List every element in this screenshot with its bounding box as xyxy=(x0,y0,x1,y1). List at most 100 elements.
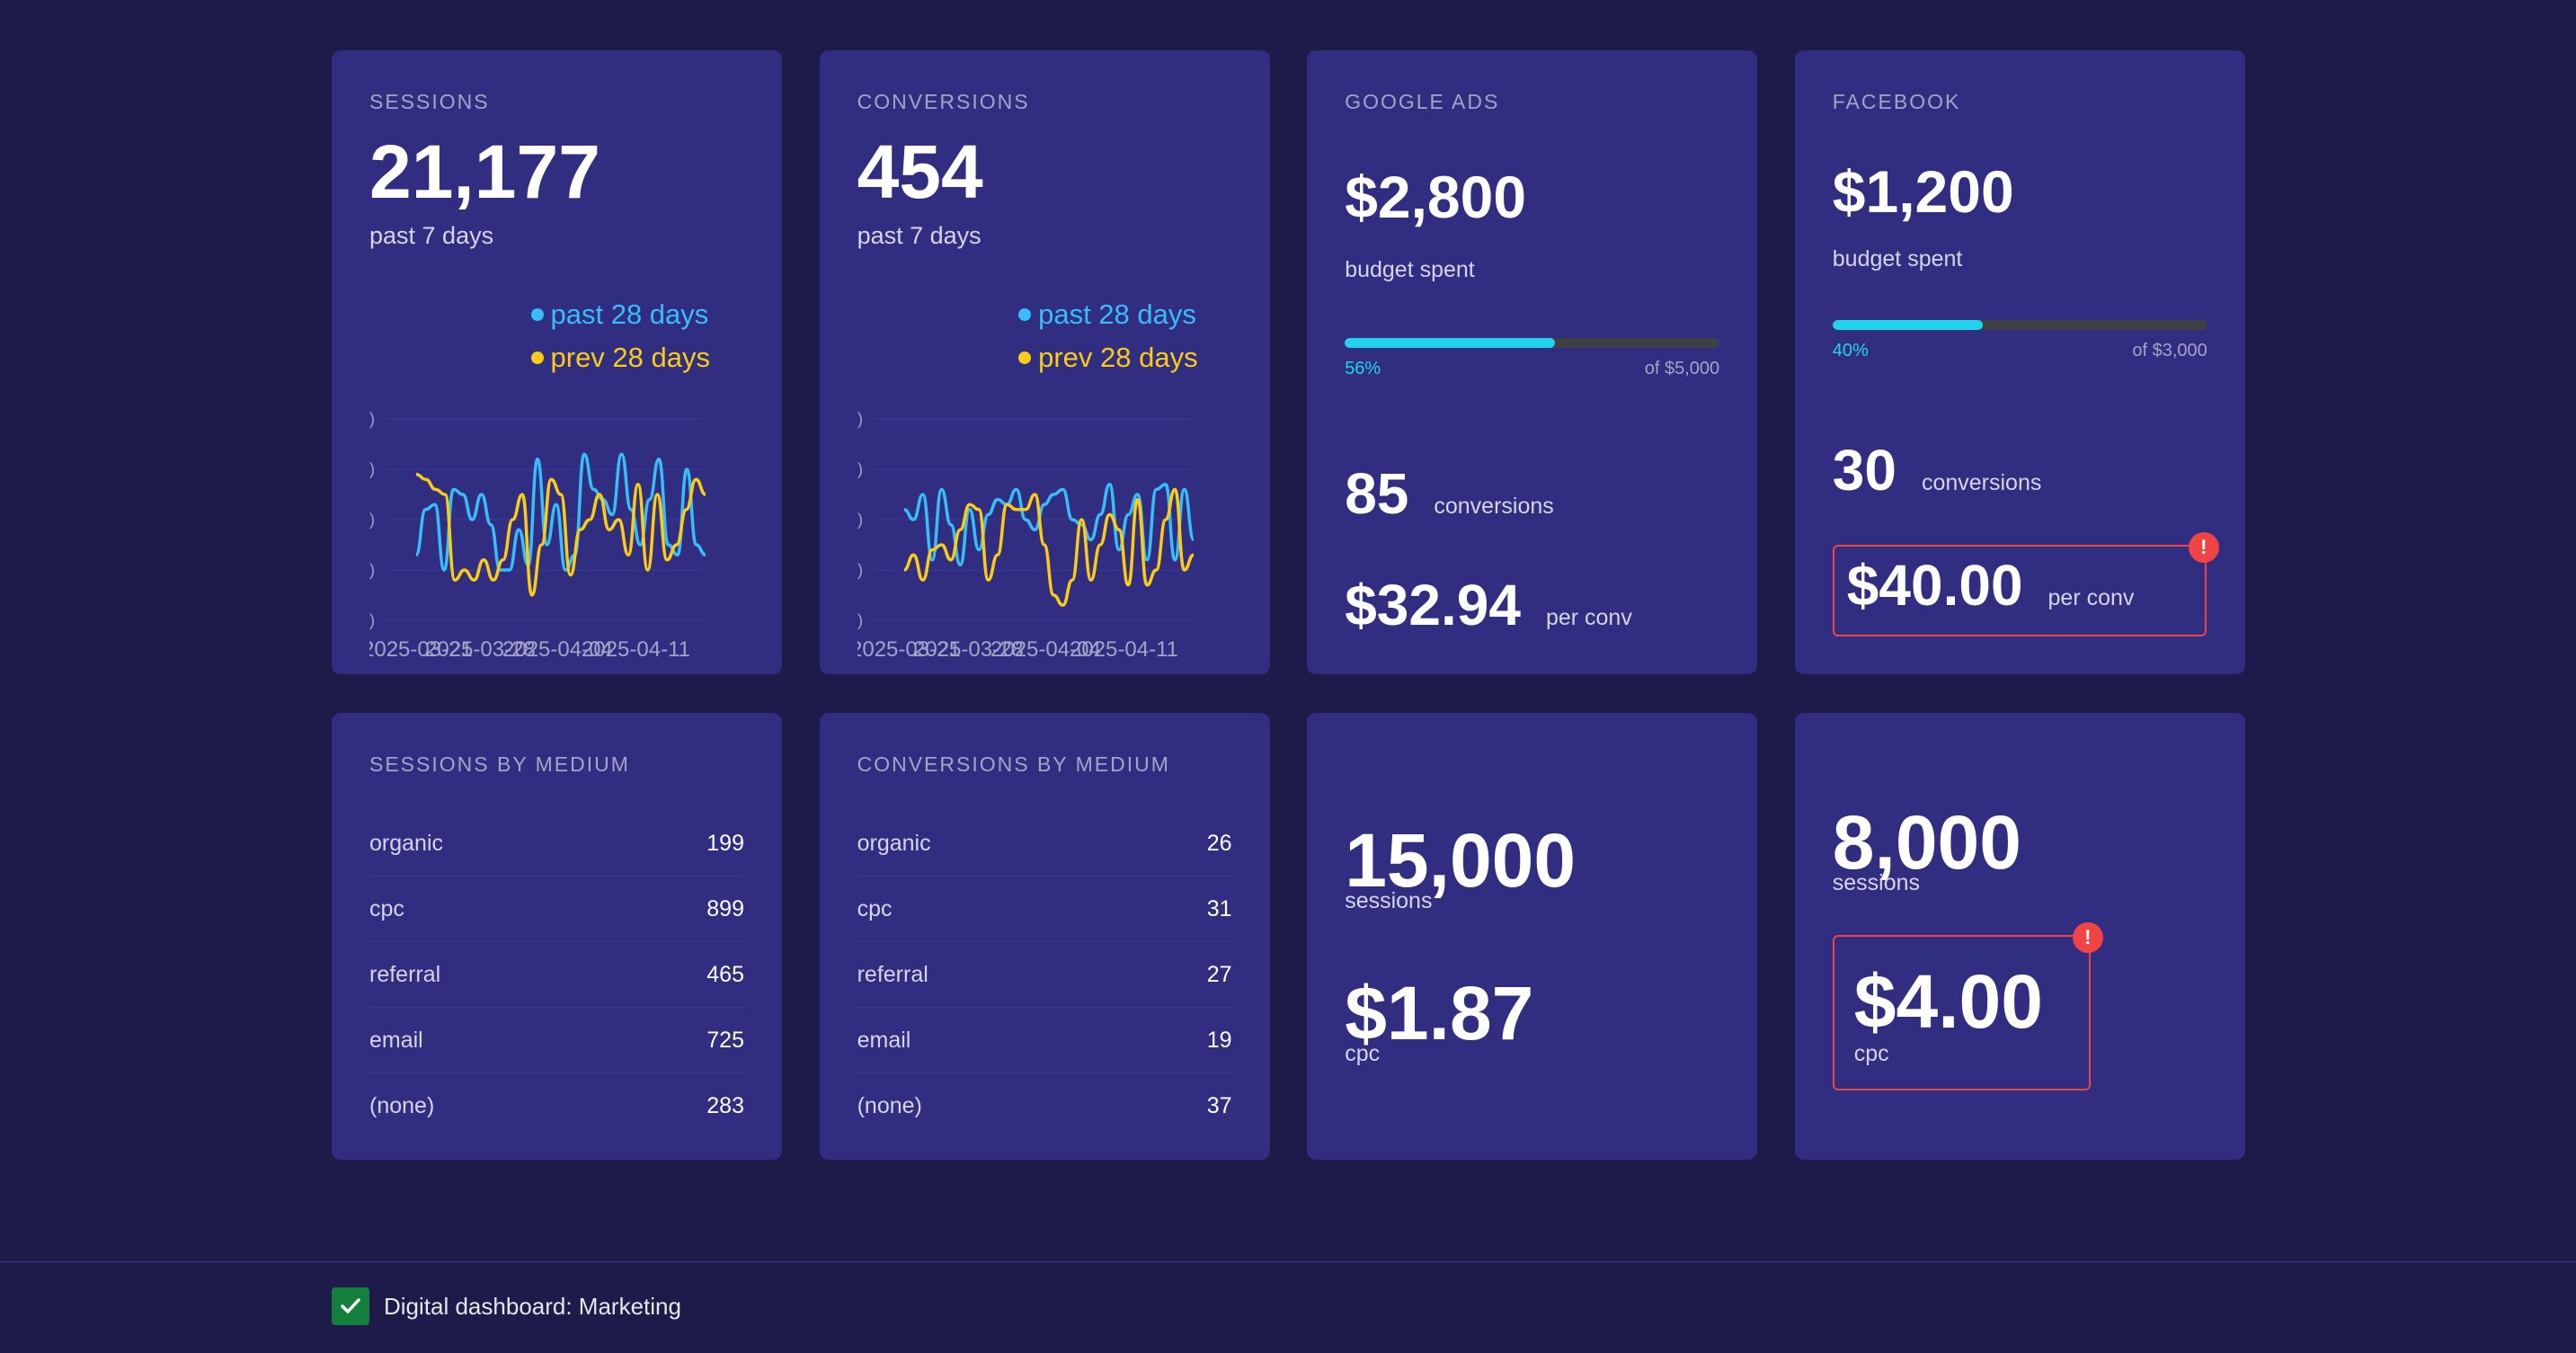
table-row: cpc 899 xyxy=(369,877,744,942)
google-cpc-value: $1.87 xyxy=(1345,971,1534,1055)
facebook-sessions-label: sessions xyxy=(1832,870,1921,895)
sessions-card: SESSIONS 21,177 past 7 days past 28 days… xyxy=(332,50,782,674)
row-value: 19 xyxy=(1206,1027,1232,1053)
progress-total: of $5,000 xyxy=(1644,359,1720,378)
facebook-conversions-label: conversions xyxy=(1921,470,2042,495)
conversions-by-medium-table: organic 26 cpc 31 referral 27 email 19 (none… xyxy=(857,811,1232,1138)
y-tick-label: ) xyxy=(857,410,863,428)
legend-label-prev: prev 28 days xyxy=(550,342,711,373)
progress-fill xyxy=(1345,338,1555,348)
y-tick-label: ) xyxy=(857,561,863,579)
chart-legend: past 28 days prev 28 days xyxy=(1018,293,1198,379)
progress-total: of $3,000 xyxy=(2132,341,2207,361)
row-value: 283 xyxy=(706,1092,744,1118)
table-row: (none) 283 xyxy=(369,1073,744,1138)
row-label: (none) xyxy=(857,1092,922,1118)
x-tick-label: 2025-04-11 xyxy=(1070,637,1178,662)
legend-label-prev: prev 28 days xyxy=(1038,342,1198,373)
facebook-budget-progress: 40% of $3,000 xyxy=(1832,320,2207,361)
chart-legend: past 28 days prev 28 days xyxy=(530,293,711,379)
table-row: organic 26 xyxy=(857,811,1232,877)
google-sessions-value: 15,000 xyxy=(1345,818,1577,903)
conversions-by-medium-card: CONVERSIONS BY MEDIUM organic 26 cpc 31 re… xyxy=(819,713,1270,1160)
google-sessions-card: 15,000 sessions $1.87 cpc xyxy=(1307,713,1758,1160)
sessions-line-chart: )))))2025-03-212025-03-282025-04-042025-… xyxy=(369,410,706,662)
legend-item-prev: prev 28 days xyxy=(1018,336,1198,379)
facebook-sessions-value: 8,000 xyxy=(1832,800,2021,885)
footer-content: Digital dashboard: Marketing xyxy=(332,1287,681,1325)
facebook-per-conv-value: $40.00 xyxy=(1846,553,2023,618)
google-conversions-label: conversions xyxy=(1434,494,1554,519)
sessions-subtitle: past 7 days xyxy=(369,222,494,249)
card-title: CONVERSIONS xyxy=(857,90,1030,113)
facebook-per-conv: $40.00 per conv xyxy=(1847,552,2135,619)
table-row: email 725 xyxy=(369,1008,744,1073)
google-budget-value: $2,800 xyxy=(1345,164,1527,230)
table-row: referral 465 xyxy=(369,942,744,1008)
legend-dot-prev xyxy=(1018,352,1032,364)
table-row: (none) 37 xyxy=(857,1073,1232,1138)
dashboard-grid: SESSIONS 21,177 past 7 days past 28 days… xyxy=(332,50,2245,1160)
card-title: FACEBOOK xyxy=(1832,90,1961,113)
card-title: SESSIONS xyxy=(369,90,490,113)
row-value: 199 xyxy=(706,830,744,856)
google-per-conv: $32.94 per conv xyxy=(1345,572,1632,638)
facebook-cpc-label: cpc xyxy=(1853,1041,1889,1066)
row-label: referral xyxy=(369,961,441,987)
alert-icon: ! xyxy=(2188,532,2219,563)
legend-item-prev: prev 28 days xyxy=(530,336,711,379)
sessions-by-medium-card: SESSIONS BY MEDIUM organic 199 cpc 899 ref… xyxy=(332,713,782,1160)
conversions-card: CONVERSIONS 454 past 7 days past 28 days… xyxy=(819,50,1270,674)
row-label: cpc xyxy=(857,895,893,921)
sessions-value: 21,177 xyxy=(369,129,600,214)
table-row: cpc 31 xyxy=(857,877,1232,942)
facebook-cpc-alert: $4.00 cpc ! xyxy=(1832,922,2103,1090)
google-ads-card: GOOGLE ADS $2,800 budget spent 56% of $5… xyxy=(1307,50,1758,674)
row-label: organic xyxy=(857,830,931,856)
row-value: 26 xyxy=(1206,830,1232,856)
row-label: email xyxy=(857,1027,911,1053)
row-label: cpc xyxy=(369,895,404,921)
row-value: 27 xyxy=(1206,961,1232,987)
card-title: CONVERSIONS BY MEDIUM xyxy=(857,752,1170,776)
facebook-conversions: 30 conversions xyxy=(1833,437,2042,503)
row-value: 899 xyxy=(706,895,744,921)
facebook-per-conv-alert: $40.00 per conv ! xyxy=(1832,532,2219,636)
legend-dot-prev xyxy=(530,352,544,364)
y-tick-label: ) xyxy=(369,561,375,579)
row-label: (none) xyxy=(369,1092,435,1118)
check-icon xyxy=(332,1287,369,1325)
row-value: 37 xyxy=(1206,1092,1232,1118)
conversions-subtitle: past 7 days xyxy=(857,222,982,249)
y-tick-label: ) xyxy=(857,460,863,478)
facebook-budget-label: budget spent xyxy=(1832,246,1963,271)
row-label: referral xyxy=(857,961,928,987)
google-cpc-label: cpc xyxy=(1345,1041,1381,1066)
x-tick-label: 2025-04-11 xyxy=(582,637,690,662)
table-row: email 19 xyxy=(857,1008,1232,1073)
sessions-by-medium-table: organic 199 cpc 899 referral 465 email 725 (… xyxy=(369,811,744,1138)
google-per-conv-value: $32.94 xyxy=(1345,573,1521,637)
y-tick-label: ) xyxy=(369,611,375,629)
row-value: 465 xyxy=(706,961,744,987)
y-tick-label: ) xyxy=(369,410,375,428)
progress-fill xyxy=(1832,320,1983,330)
facebook-per-conv-label: per conv xyxy=(2047,585,2135,610)
row-label: organic xyxy=(369,830,443,856)
card-title: SESSIONS BY MEDIUM xyxy=(369,752,630,776)
conversions-value: 454 xyxy=(857,129,983,214)
google-sessions-label: sessions xyxy=(1345,888,1433,913)
y-tick-label: ) xyxy=(857,611,863,629)
row-value: 725 xyxy=(706,1027,744,1053)
facebook-cpc-value: $4.00 xyxy=(1853,959,2043,1044)
legend-label-past: past 28 days xyxy=(550,298,709,330)
legend-label-past: past 28 days xyxy=(1038,298,1196,330)
progress-labels: 56% of $5,000 xyxy=(1345,359,1719,379)
row-label: email xyxy=(369,1027,423,1053)
footer: Digital dashboard: Marketing xyxy=(0,1261,2576,1353)
progress-track xyxy=(1832,320,2207,330)
legend-item-past: past 28 days xyxy=(1018,293,1198,336)
table-row: referral 27 xyxy=(857,942,1232,1008)
google-conversions: 85 conversions xyxy=(1345,460,1554,527)
facebook-card: FACEBOOK $1,200 budget spent 40% of $3,0… xyxy=(1794,50,2245,674)
